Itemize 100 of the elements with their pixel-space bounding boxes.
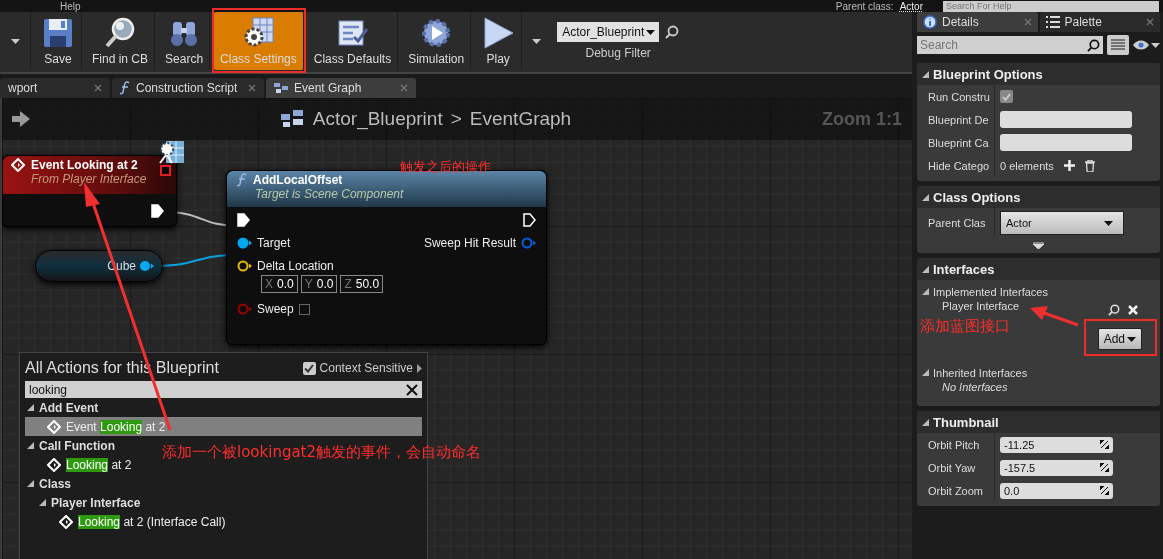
- annotation-text: 添加蓝图接口: [920, 317, 1010, 336]
- diamond-icon: [47, 419, 61, 434]
- group-label: Inherited Interfaces: [933, 366, 1028, 379]
- parent-class-dropdown[interactable]: Actor: [1000, 211, 1124, 235]
- triangle-icon[interactable]: [27, 480, 34, 487]
- category-header[interactable]: Player Interface: [25, 493, 141, 512]
- trash-icon[interactable]: [1084, 159, 1095, 172]
- search-icon[interactable]: [1108, 304, 1120, 316]
- magnifier-icon: [103, 16, 137, 50]
- help-search-field[interactable]: Search For Help: [943, 0, 1159, 12]
- delegate-pin[interactable]: [160, 165, 171, 176]
- info-icon: [923, 15, 937, 29]
- exec-pin[interactable]: [523, 213, 536, 227]
- triangle-icon[interactable]: [922, 265, 929, 273]
- checkbox[interactable]: [1000, 90, 1013, 103]
- event-node[interactable]: Event Looking at 2 From Player Interface: [2, 155, 177, 227]
- grid-icon: [1111, 39, 1125, 51]
- triangle-icon[interactable]: [39, 499, 46, 506]
- annotation-text: 添加一个被lookingat2触发的事件，会自动命名: [162, 443, 482, 462]
- add-button[interactable]: Add: [1097, 328, 1142, 350]
- triangle-icon[interactable]: [27, 442, 34, 449]
- triangle-icon[interactable]: [27, 404, 34, 411]
- node-title: Event Looking at 2: [31, 158, 138, 172]
- property-label: Run Constru: [917, 85, 995, 108]
- property-label: Orbit Pitch: [917, 433, 995, 456]
- graph-icon: [274, 83, 288, 93]
- triangle-icon[interactable]: [922, 418, 929, 426]
- node-subtitle: From Player Interface: [31, 172, 147, 186]
- debug-filter-dropdown[interactable]: Actor_Blueprint: [557, 22, 660, 42]
- text-field[interactable]: [1000, 111, 1132, 128]
- toolbar-button[interactable]: Simulation: [402, 12, 472, 70]
- pin-label: Target: [257, 236, 291, 250]
- checkbox-label[interactable]: Context Sensitive: [319, 361, 413, 375]
- breadcrumb-item[interactable]: EventGraph: [469, 108, 572, 130]
- vector-field[interactable]: X 0.0: [261, 275, 298, 293]
- diagonal-arrows-icon[interactable]: [1100, 486, 1109, 495]
- section-title[interactable]: Thumbnail: [933, 414, 999, 430]
- checkbox[interactable]: [302, 361, 316, 375]
- triangle-icon[interactable]: [922, 193, 929, 201]
- category-header[interactable]: Add Event: [25, 398, 99, 417]
- triangle-icon[interactable]: [922, 70, 929, 78]
- triangle-icon[interactable]: [922, 288, 929, 295]
- exec-pin[interactable]: [151, 204, 164, 218]
- editor-tab[interactable]: wport: [0, 78, 110, 98]
- play-icon: [481, 16, 516, 50]
- editor-tab[interactable]: Event Graph: [266, 78, 416, 98]
- editor-tab[interactable]: Construction Script: [112, 78, 264, 98]
- plus-icon[interactable]: [1063, 160, 1075, 171]
- property-label: Orbit Yaw: [917, 456, 995, 479]
- diagonal-arrows-icon[interactable]: [1100, 463, 1109, 472]
- pin-label: Sweep: [257, 302, 294, 316]
- toolbar-button[interactable]: Class Defaults: [307, 12, 399, 70]
- eye-icon[interactable]: [1133, 40, 1149, 50]
- menu-item[interactable]: Help: [60, 0, 81, 12]
- search-field[interactable]: looking: [25, 381, 402, 398]
- interface-icon: [158, 139, 186, 165]
- caret-icon: [532, 38, 542, 44]
- debug-filter-label: Debug Filter: [585, 46, 651, 60]
- number-field[interactable]: -157.5: [1000, 459, 1113, 476]
- pin-label: Delta Location: [257, 259, 334, 273]
- toolbar-button[interactable]: Play: [475, 12, 523, 70]
- arrow-right-icon[interactable]: [417, 363, 422, 373]
- data-pin[interactable]: [139, 260, 154, 272]
- interface-item[interactable]: Player Interface: [942, 300, 1020, 312]
- text-field[interactable]: [1000, 134, 1132, 151]
- section-title[interactable]: Interfaces: [933, 261, 995, 277]
- expand-icon[interactable]: [1033, 242, 1044, 249]
- caret-icon: [1151, 42, 1160, 48]
- data-pin[interactable]: [237, 260, 252, 272]
- toolbar-button[interactable]: Search: [159, 12, 211, 70]
- vector-field[interactable]: Y 0.0: [300, 275, 338, 293]
- toolbar-button[interactable]: Save: [35, 12, 82, 70]
- number-field[interactable]: 0.0: [1000, 482, 1113, 499]
- close-icon[interactable]: [406, 383, 418, 396]
- diamond-icon: [59, 514, 73, 529]
- node-title: AddLocalOffset: [253, 173, 343, 187]
- caret-icon: [10, 38, 20, 44]
- search-field[interactable]: Search: [917, 36, 1087, 54]
- toolbar-button[interactable]: Find in CB: [86, 12, 156, 70]
- triangle-icon[interactable]: [922, 369, 929, 376]
- number-field[interactable]: -11.25: [1000, 436, 1113, 453]
- search-icon[interactable]: [1087, 38, 1100, 52]
- breadcrumb-item[interactable]: Actor_Blueprint: [312, 108, 443, 130]
- property-label: Parent Clas: [917, 208, 995, 238]
- data-pin[interactable]: [237, 237, 252, 249]
- forward-arrow-icon[interactable]: [12, 111, 30, 127]
- action-item[interactable]: Event Looking at 2: [66, 419, 166, 434]
- search-icon[interactable]: [665, 25, 680, 39]
- group-label: Implemented Interfaces: [933, 285, 1048, 298]
- action-item[interactable]: Looking at 2 (Interface Call): [78, 514, 226, 529]
- property-label: Hide Catego: [917, 154, 995, 177]
- panel-tab[interactable]: Details: [917, 12, 1038, 32]
- category-header[interactable]: Class: [25, 474, 72, 493]
- diagonal-arrows-icon[interactable]: [1100, 440, 1109, 449]
- vector-field[interactable]: Z 50.0: [340, 275, 384, 293]
- checkbox[interactable]: [298, 303, 310, 315]
- category-header[interactable]: Call Function: [25, 436, 115, 455]
- parent-class-link[interactable]: Actor: [899, 0, 923, 12]
- panel-tab[interactable]: Palette: [1039, 12, 1160, 32]
- exec-pin[interactable]: [237, 213, 250, 227]
